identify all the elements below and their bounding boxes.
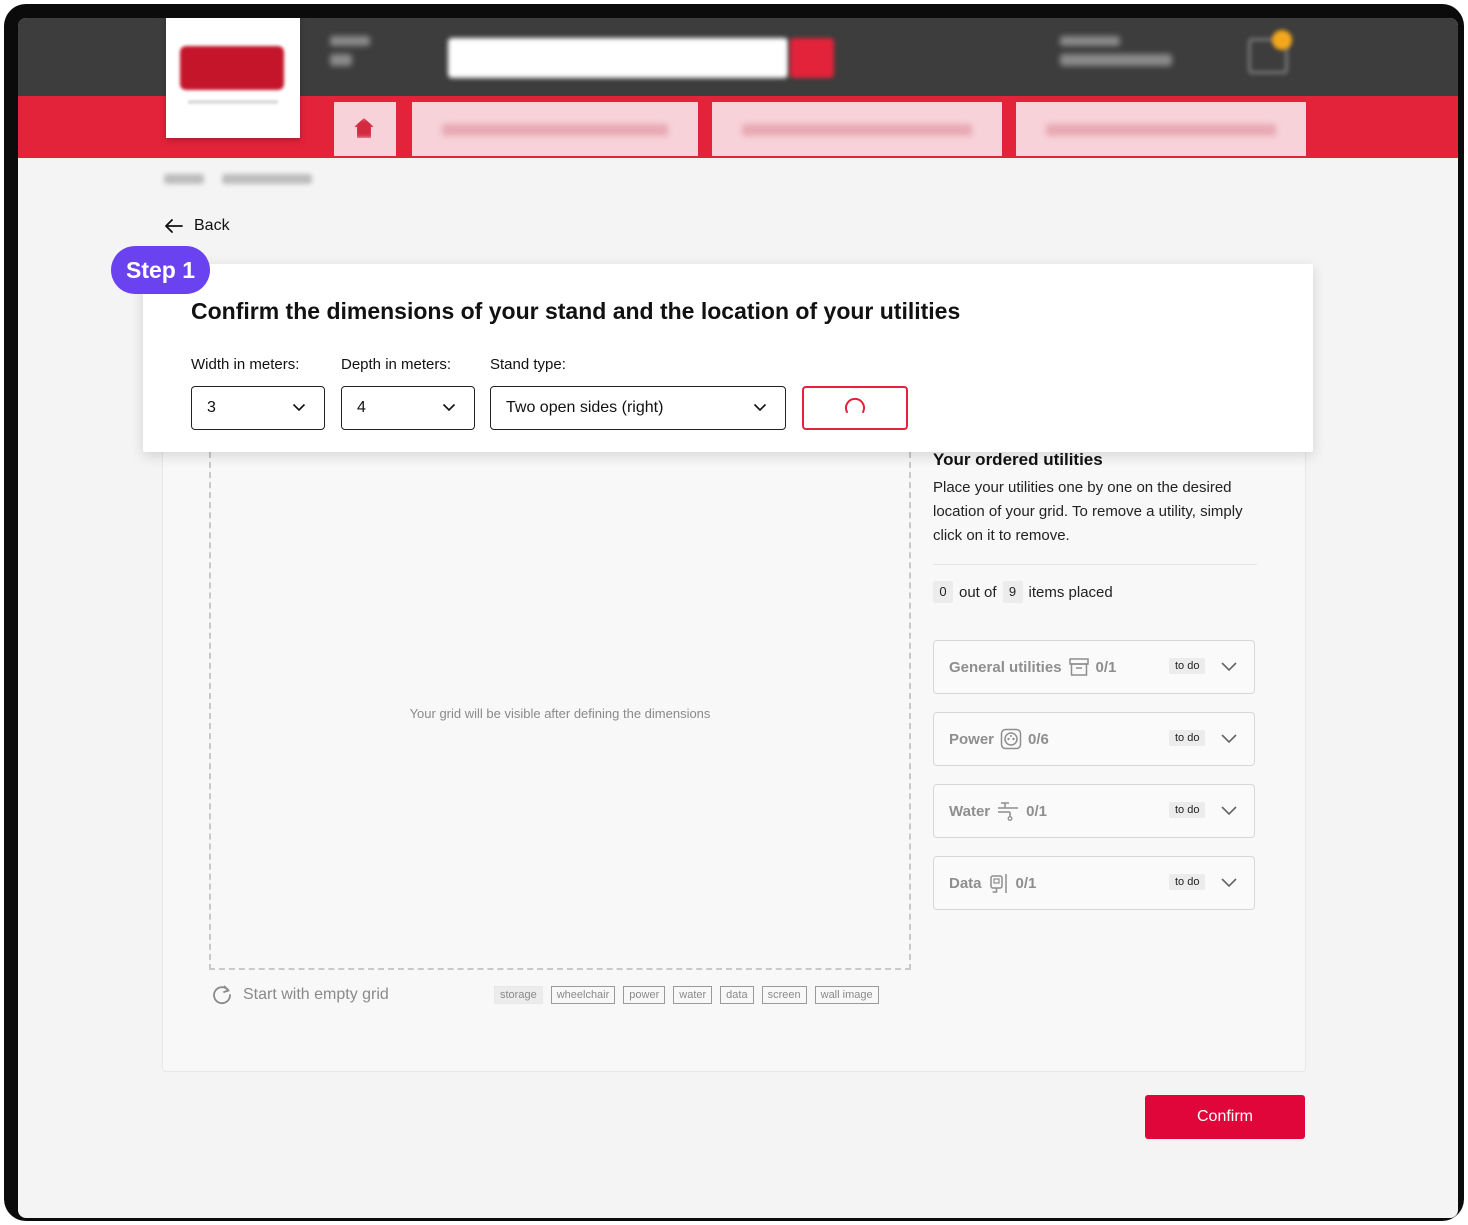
placement-counter: 0 out of 9 items placed — [933, 581, 1257, 603]
water-tap-icon — [996, 800, 1020, 822]
legend-power: power — [623, 986, 666, 1004]
logo-subtitle — [188, 100, 278, 104]
loading-spinner-icon — [845, 397, 865, 413]
utilities-description: Place your utilities one by one on the d… — [933, 479, 1243, 544]
chevron-down-icon — [1221, 878, 1237, 888]
legend-wall-image: wall image — [814, 986, 879, 1004]
total-count: 9 — [1002, 581, 1023, 603]
archive-box-icon — [1068, 656, 1090, 678]
accordion-count: 0/6 — [1028, 730, 1049, 748]
account-value-blurred — [330, 54, 352, 66]
ordered-utilities: Your ordered utilities Place your utilit… — [933, 450, 1257, 910]
depth-label: Depth in meters: — [341, 356, 452, 373]
data-plug-icon — [988, 872, 1010, 894]
search-button[interactable] — [790, 38, 834, 78]
power-socket-icon — [1000, 728, 1022, 750]
reset-grid-label: Start with empty grid — [243, 986, 389, 1003]
cart-count-badge — [1272, 30, 1292, 50]
out-of-label: out of — [959, 583, 997, 601]
logo-mark — [180, 46, 284, 90]
chevron-down-icon — [292, 403, 306, 412]
user-name-blurred[interactable] — [1060, 54, 1172, 66]
brand-logo[interactable] — [166, 18, 300, 138]
apply-dimensions-button[interactable] — [802, 386, 908, 430]
accordion-label: Water — [949, 802, 991, 820]
legend-wheelchair: wheelchair — [550, 986, 616, 1004]
search-input[interactable] — [448, 38, 788, 78]
accordion-water[interactable]: Water 0/1 to do — [933, 784, 1255, 838]
accordion-label: Power — [949, 730, 995, 748]
back-link[interactable]: Back — [164, 214, 230, 238]
depth-select[interactable]: 4 — [341, 386, 475, 430]
grid-empty-message: Your grid will be visible after defining… — [409, 706, 711, 721]
divider — [933, 564, 1257, 565]
utilities-title: Your ordered utilities — [933, 450, 1103, 469]
stand-type-label: Stand type: — [490, 356, 566, 373]
accordion-label: Data — [949, 874, 982, 892]
chevron-down-icon — [1221, 734, 1237, 744]
breadcrumb-current — [222, 174, 312, 184]
stand-type-select[interactable]: Two open sides (right) — [490, 386, 786, 430]
arrow-left-icon — [165, 219, 183, 233]
utility-legend: storage wheelchair power water data scre… — [494, 986, 879, 1004]
chevron-down-icon — [753, 403, 767, 412]
items-placed-label: items placed — [1028, 583, 1113, 601]
accordion-data[interactable]: Data 0/1 to do — [933, 856, 1255, 910]
placed-count: 0 — [933, 581, 953, 603]
chevron-down-icon — [442, 403, 456, 412]
app-screen: Back Your grid will be visible after def… — [18, 18, 1458, 1218]
legend-screen: screen — [761, 986, 807, 1004]
chevron-down-icon — [1221, 806, 1237, 816]
account-label-blurred — [330, 36, 370, 46]
accordion-count: 0/1 — [1026, 802, 1047, 820]
accordion-power[interactable]: Power 0/6 to do — [933, 712, 1255, 766]
step-title: Confirm the dimensions of your stand and… — [191, 298, 961, 324]
stand-type-value: Two open sides (right) — [506, 399, 664, 416]
accordion-general-utilities[interactable]: General utilities 0/1 to do — [933, 640, 1255, 694]
breadcrumb-home[interactable] — [164, 174, 204, 184]
status-badge: to do — [1169, 658, 1206, 674]
nav-home[interactable] — [334, 102, 396, 156]
width-select[interactable]: 3 — [191, 386, 325, 430]
status-badge: to do — [1169, 730, 1206, 746]
accordion-count: 0/1 — [1095, 658, 1117, 676]
step-card: Confirm the dimensions of your stand and… — [143, 264, 1313, 452]
legend-data: data — [720, 986, 754, 1004]
legend-storage: storage — [494, 986, 543, 1004]
width-label: Width in meters: — [191, 356, 300, 373]
depth-value: 4 — [357, 399, 366, 416]
nav-tab-checklist[interactable] — [1016, 102, 1306, 156]
device-frame: Back Your grid will be visible after def… — [4, 4, 1464, 1221]
accordion-count: 0/1 — [1015, 874, 1037, 892]
reset-grid-button[interactable]: Start with empty grid — [211, 984, 389, 1006]
status-badge: to do — [1169, 874, 1206, 890]
nav-tab-event-information[interactable] — [712, 102, 1002, 156]
confirm-button[interactable]: Confirm — [1145, 1095, 1305, 1139]
home-icon — [354, 118, 374, 138]
chevron-down-icon — [1221, 662, 1237, 672]
accordion-label: General utilities — [949, 658, 1062, 676]
status-badge: to do — [1169, 802, 1206, 818]
step-pill: Step 1 — [111, 246, 210, 294]
stand-grid[interactable]: Your grid will be visible after defining… — [209, 452, 911, 970]
user-label-blurred — [1060, 36, 1120, 46]
width-value: 3 — [207, 399, 216, 416]
refresh-icon — [213, 985, 231, 1005]
nav-tab-products[interactable] — [412, 102, 698, 156]
legend-water: water — [673, 986, 713, 1004]
back-label: Back — [194, 217, 230, 234]
